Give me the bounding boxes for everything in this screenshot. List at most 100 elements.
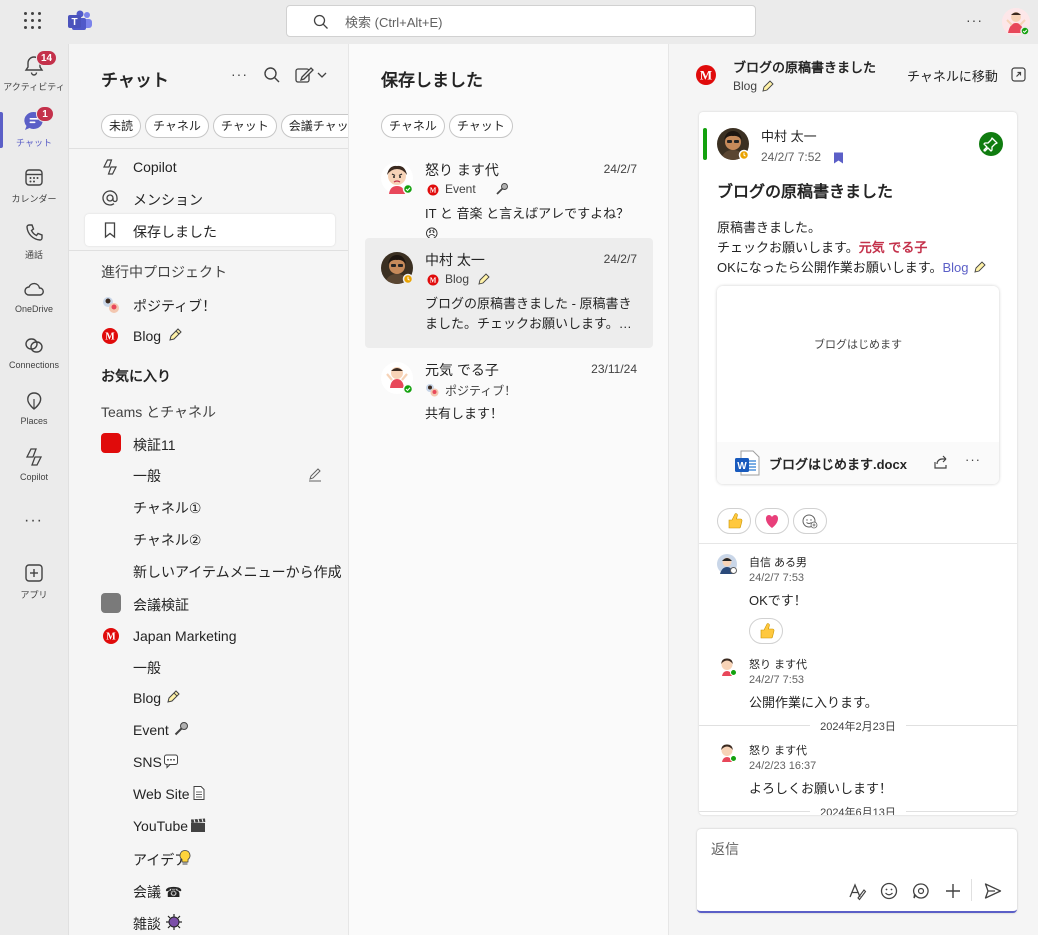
team-kensho11[interactable]: 検証11 [85, 427, 335, 459]
reply-message[interactable]: 自信 ある男 24/2/7 7:53 OKです！ [699, 554, 1017, 644]
user-mention[interactable]: 元気 でる子 [859, 240, 928, 255]
pin-icon[interactable] [979, 132, 1003, 156]
search-input[interactable] [345, 12, 725, 32]
reply-input[interactable] [711, 839, 1001, 863]
channel-label: Blog [133, 690, 162, 706]
author-name: 怒り ます代 [749, 745, 808, 757]
nav-label: 保存しました [133, 224, 217, 240]
avatar [717, 128, 749, 160]
thread-channel[interactable]: Blog [733, 79, 757, 93]
channel-general[interactable]: 一般 [133, 658, 161, 678]
rail-item-calls[interactable]: 通話 [0, 216, 68, 268]
top-bar: T ··· [0, 0, 1038, 44]
section-teams[interactable]: Teams とチャネル [101, 402, 216, 422]
rail-item-copilot[interactable]: Copilot [0, 440, 68, 492]
channel-event[interactable]: Event [133, 722, 169, 738]
avatar [381, 362, 413, 394]
connections-icon [23, 334, 45, 356]
loop-icon[interactable] [911, 881, 931, 901]
channel-meeting[interactable]: 会議 ☎ [133, 882, 182, 902]
reply-composer[interactable] [697, 829, 1017, 913]
reaction-thumbs-up[interactable] [717, 508, 751, 534]
nav-saved[interactable]: 保存しました [85, 214, 335, 246]
emoji-icon[interactable] [879, 881, 899, 901]
filter-chats[interactable]: チャット [448, 114, 513, 138]
marketing-logo-icon: M [102, 627, 120, 645]
nav-mentions[interactable]: メンション [85, 182, 335, 214]
compose-icon[interactable] [307, 466, 323, 482]
team-name: 検証11 [133, 437, 176, 453]
reaction-heart[interactable] [755, 508, 789, 534]
send-icon[interactable] [983, 881, 1003, 901]
channel-1[interactable]: チャネル① [133, 498, 201, 518]
message-date: 24/2/7 [603, 162, 637, 176]
section-favorites[interactable]: お気に入り [101, 366, 171, 386]
speech-bubble-icon [163, 753, 179, 769]
channel-2[interactable]: チャネル② [133, 530, 201, 550]
filter-unread[interactable]: 未読 [101, 114, 142, 138]
nav-positive[interactable]: ポジティブ！ [85, 288, 335, 320]
rail-item-connections[interactable]: Connections [0, 328, 68, 380]
filter-channels[interactable]: チャネル [381, 114, 445, 138]
nav-label: Copilot [133, 159, 177, 175]
nav-blog[interactable]: M Blog [85, 320, 335, 352]
more-apps-icon[interactable]: ··· [24, 512, 43, 530]
team-meeting-test[interactable]: 会議検証 [85, 587, 335, 619]
team-name: 会議検証 [133, 597, 189, 613]
go-to-channel-button[interactable]: チャネルに移動 [907, 66, 998, 85]
pop-out-icon[interactable] [1011, 67, 1026, 82]
reaction-thumbs-up[interactable] [749, 618, 783, 644]
new-chat-icon[interactable] [295, 66, 329, 84]
section-in-progress[interactable]: 進行中プロジェクト [101, 262, 227, 282]
file-name[interactable]: ブログはじめます.docx [769, 454, 907, 473]
search-icon[interactable] [263, 66, 281, 84]
thread-title: ブログの原稿書きました [733, 60, 877, 75]
search-box[interactable] [286, 5, 756, 37]
format-icon[interactable] [847, 881, 867, 901]
rail-item-apps[interactable]: アプリ [0, 556, 68, 608]
channel-mention[interactable]: Blog [942, 260, 968, 275]
channel-chitchat[interactable]: 雑談 [133, 914, 161, 934]
saved-message-card[interactable]: 元気 でる子 23/11/24 ポジティブ！ 共有します！ [365, 348, 653, 458]
channel-youtube[interactable]: YouTube [133, 818, 188, 834]
team-name: Japan Marketing [133, 628, 237, 644]
channel-general[interactable]: 一般 [133, 466, 161, 486]
add-icon[interactable] [943, 881, 963, 901]
svg-text:M: M [700, 68, 712, 83]
reply-message[interactable]: 怒り ます代 24/2/23 16:37 よろしくお願いします！ [699, 742, 1017, 802]
file-preview[interactable]: ブログはじめます [717, 286, 999, 442]
thread-messages[interactable]: 中村 太一 24/2/7 7:52 ブログの原稿書きました 原稿書きました。 チ… [699, 112, 1017, 815]
share-icon[interactable] [933, 454, 949, 470]
filter-channels[interactable]: チャネル [145, 114, 209, 138]
channel-sns[interactable]: SNS [133, 754, 162, 770]
file-attachment-card[interactable]: ブログはじめます W ブログはじめます.docx ··· [717, 286, 999, 484]
group-avatar [425, 383, 439, 397]
user-avatar[interactable] [1002, 8, 1030, 36]
channel-new-item[interactable]: 新しいアイテムメニューから作成 [133, 562, 342, 582]
saved-panel: 保存しました チャネル チャット 怒り ます代 24/2/7 M Event I… [348, 44, 668, 935]
pen-icon [973, 260, 989, 274]
filter-chats[interactable]: チャット [212, 114, 277, 138]
bookmark-icon[interactable] [833, 152, 844, 164]
reply-message[interactable]: 怒り ます代 24/2/7 7:53 公開作業に入ります。 [699, 656, 1017, 716]
more-options-icon[interactable]: ··· [966, 12, 983, 28]
file-more-icon[interactable]: ··· [965, 452, 981, 467]
more-options-icon[interactable]: ··· [231, 66, 248, 82]
rail-item-activity[interactable]: 14 アクティビティ [0, 48, 68, 100]
message-time: 24/2/7 7:53 [749, 572, 805, 584]
add-reaction-button[interactable] [793, 508, 827, 534]
app-rail: 14 アクティビティ 1 チャット カレンダー 通話 OneDrive Conn… [0, 44, 68, 935]
channel-website[interactable]: Web Site [133, 786, 190, 802]
nav-copilot[interactable]: Copilot [85, 151, 335, 183]
saved-message-card[interactable]: 中村 太一 24/2/7 M Blog ブログの原稿書きました - 原稿書きまし… [365, 238, 653, 348]
team-japan-marketing[interactable]: M Japan Marketing [85, 620, 335, 652]
pen-icon [761, 79, 775, 93]
app-launcher-icon[interactable] [24, 12, 42, 30]
rail-item-calendar[interactable]: カレンダー [0, 160, 68, 212]
rail-item-onedrive[interactable]: OneDrive [0, 272, 68, 324]
channel-blog[interactable]: Blog [133, 690, 161, 706]
chat-panel-title: チャット [101, 71, 169, 90]
rail-item-chat[interactable]: 1 チャット [0, 104, 68, 156]
rail-item-places[interactable]: Places [0, 384, 68, 436]
rail-label: Places [20, 416, 48, 426]
